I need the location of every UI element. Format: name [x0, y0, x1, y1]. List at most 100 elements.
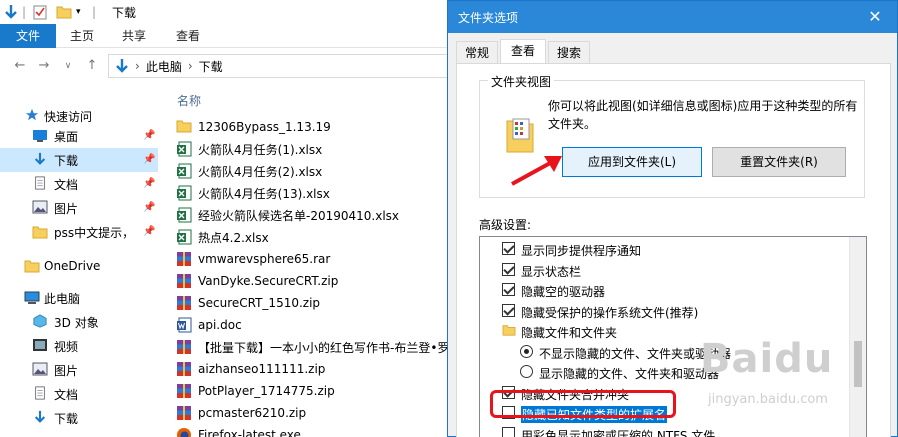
file-name: 【批量下载】一本小小的红色写作书-布兰登•罗 [198, 340, 450, 355]
file-row[interactable]: 经验火箭队候选名单-20190410.xlsx [176, 204, 466, 226]
advanced-setting-row[interactable]: 用彩色显示加密或压缩的 NTFS 文件 [480, 424, 850, 437]
file-row[interactable]: 12306Bypass_1.13.19 [176, 116, 466, 138]
pin-icon[interactable]: 📌 [143, 202, 155, 213]
watermark-logo: Baidu [700, 336, 834, 382]
forward-arrow-icon[interactable]: → [36, 58, 52, 74]
close-icon[interactable]: ✕ [857, 3, 893, 31]
baidu-watermark: Baidu jingyan.baidu.com [690, 330, 890, 420]
nav-downloads-pc[interactable]: 下载 [0, 406, 158, 430]
nav-label: 文档 [54, 387, 79, 402]
video-icon [33, 339, 47, 351]
reset-folders-button[interactable]: 重置文件夹(R) [712, 147, 846, 177]
nav-pictures[interactable]: 图片 📌 [0, 196, 158, 220]
down-arrow-icon[interactable] [4, 3, 18, 21]
breadcrumb-downloads[interactable]: 下载 [199, 58, 223, 75]
nav-this-pc[interactable]: 此电脑 [0, 286, 158, 310]
file-row[interactable]: pcmaster6210.zip [176, 402, 466, 424]
advanced-setting-row[interactable]: 显示状态栏 [480, 260, 850, 280]
watermark-url: jingyan.baidu.com [708, 392, 828, 407]
address-box[interactable]: › 此电脑 › 下载 [108, 54, 448, 78]
dialog-title: 文件夹选项 [458, 11, 519, 25]
advanced-setting-row[interactable]: 隐藏空的驱动器 [480, 280, 850, 300]
advanced-setting-row[interactable]: 显示同步提供程序通知 [480, 239, 850, 259]
archive-icon [176, 251, 192, 267]
file-row[interactable]: 火箭队4月任务(1).xlsx [176, 138, 466, 160]
nav-desktop[interactable]: 桌面 📌 [0, 124, 158, 148]
star-icon [25, 108, 39, 121]
file-row[interactable]: Firefox-latest.exe [176, 424, 466, 437]
ribbon-tab-view[interactable]: 查看 [168, 24, 208, 48]
column-header-name[interactable]: 名称 [177, 92, 201, 109]
tab-general[interactable]: 常规 [456, 41, 498, 63]
checkbox[interactable] [502, 262, 515, 276]
nav-pss-folder[interactable]: pss中文提示， 📌 [0, 220, 158, 244]
pin-icon[interactable]: 📌 [143, 178, 155, 189]
nav-label: 文档 [54, 177, 79, 192]
back-arrow-icon[interactable]: ← [12, 58, 28, 74]
file-name: 热点4.2.xlsx [198, 230, 269, 245]
nav-label: 此电脑 [44, 291, 81, 306]
checkbox[interactable] [502, 426, 515, 437]
window-title: 下载 [112, 6, 137, 20]
pin-icon[interactable]: 📌 [143, 226, 155, 237]
recent-dropdown-icon[interactable]: ∨ [60, 58, 76, 74]
advanced-setting-row[interactable]: 隐藏受保护的操作系统文件(推荐) [480, 301, 850, 321]
desktop-icon [33, 130, 47, 142]
file-row[interactable]: 火箭队4月任务(2).xlsx [176, 160, 466, 182]
advanced-settings-label: 高级设置: [479, 218, 532, 232]
advanced-setting-label: 用彩色显示加密或压缩的 NTFS 文件 [521, 428, 716, 437]
folder-icon [502, 324, 516, 339]
excel-icon [176, 163, 192, 179]
nav-label: 图片 [54, 363, 79, 378]
nav-videos[interactable]: 视频 [0, 334, 158, 358]
breadcrumb-this-pc[interactable]: 此电脑 [146, 58, 182, 75]
folder-views-legend: 文件夹视图 [488, 73, 555, 90]
nav-pictures-pc[interactable]: 图片 [0, 358, 158, 382]
excel-icon [176, 185, 192, 201]
archive-icon [176, 273, 192, 289]
checkbox[interactable] [502, 242, 515, 255]
file-row[interactable]: VanDyke.SecureCRT.zip [176, 270, 466, 292]
radio-button[interactable] [520, 344, 533, 358]
picture-icon [32, 362, 48, 376]
checkbox[interactable] [502, 283, 515, 296]
file-row[interactable]: 热点4.2.xlsx [176, 226, 466, 248]
file-row[interactable]: 火箭队4月任务(13).xlsx [176, 182, 466, 204]
file-row[interactable]: api.doc [176, 314, 466, 336]
nav-label: 下载 [54, 153, 79, 168]
nav-documents[interactable]: 文档 📌 [0, 172, 158, 196]
folder-icon [32, 226, 48, 239]
ribbon-tab-file[interactable]: 文件 [0, 24, 56, 48]
ribbon-tab-share[interactable]: 共享 [114, 24, 154, 48]
nav-label: 视频 [54, 339, 79, 354]
download-icon [34, 410, 46, 423]
file-row[interactable]: aizhanseo111111.zip [176, 358, 466, 380]
properties-icon[interactable] [32, 3, 48, 21]
excel-icon [176, 229, 192, 245]
tab-search[interactable]: 搜索 [548, 41, 590, 63]
excel-icon [176, 207, 192, 223]
tab-view[interactable]: 查看 [500, 39, 546, 64]
checkbox[interactable] [502, 303, 515, 317]
file-row[interactable]: SecureCRT_1510.zip [176, 292, 466, 314]
pin-icon[interactable]: 📌 [143, 154, 155, 165]
file-row[interactable]: vmwarevsphere65.rar [176, 248, 466, 270]
archive-icon [176, 405, 192, 421]
new-folder-icon[interactable] [56, 3, 72, 21]
nav-label: pss中文提示， [54, 225, 135, 240]
file-name: PotPlayer_1714775.zip [198, 384, 335, 398]
nav-3d-objects[interactable]: 3D 对象 [0, 310, 158, 334]
radio-button[interactable] [520, 365, 533, 378]
customize-toolbar-icon[interactable]: ▾ [76, 3, 81, 21]
cube-icon [33, 314, 47, 328]
ribbon-tab-home[interactable]: 主页 [62, 24, 102, 48]
file-row[interactable]: 【批量下载】一本小小的红色写作书-布兰登•罗 [176, 336, 466, 358]
nav-downloads[interactable]: 下载 📌 [0, 148, 158, 172]
nav-documents-pc[interactable]: 文档 [0, 382, 158, 406]
nav-onedrive[interactable]: OneDrive [0, 254, 158, 278]
archive-icon [176, 339, 192, 355]
file-row[interactable]: PotPlayer_1714775.zip [176, 380, 466, 402]
up-arrow-icon[interactable]: ↑ [84, 58, 100, 74]
pin-icon[interactable]: 📌 [143, 130, 155, 141]
apply-to-folders-button[interactable]: 应用到文件夹(L) [562, 147, 702, 177]
